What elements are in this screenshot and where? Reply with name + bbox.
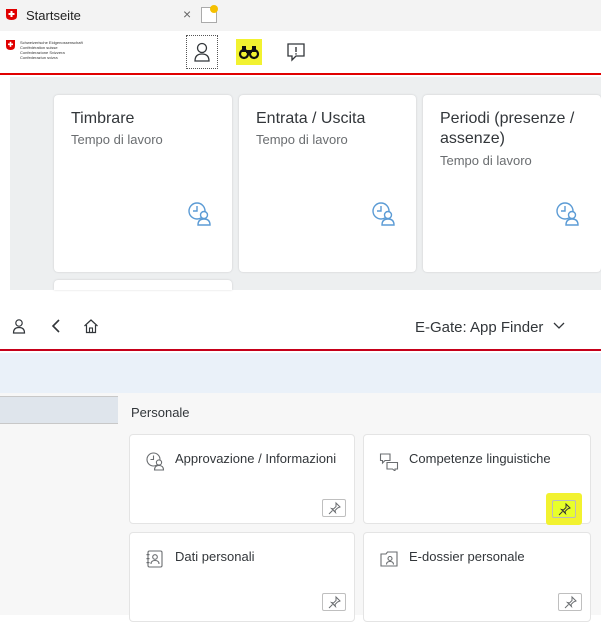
feedback-icon <box>287 43 305 62</box>
app-label: Approvazione / Informazioni <box>175 451 337 466</box>
app-tile-dati-personali[interactable]: Dati personali <box>129 532 355 622</box>
app-finder-button[interactable] <box>236 39 262 65</box>
discussion-icon <box>379 453 399 471</box>
tab-close-button[interactable]: × <box>183 6 191 22</box>
section-title: Personale <box>131 405 190 420</box>
tile-next-row[interactable] <box>54 280 232 290</box>
time-person-icon <box>188 202 211 226</box>
pin-icon <box>328 595 341 609</box>
tile-periodi[interactable]: Periodi (presenze / assenze) Tempo di la… <box>423 95 601 272</box>
tile-subtitle: Tempo di lavoro <box>71 132 163 147</box>
swiss-cross-icon <box>6 40 15 50</box>
pin-icon <box>328 501 341 515</box>
user-menu-button[interactable] <box>186 35 218 69</box>
app-tile-competenze[interactable]: Competenze linguistiche <box>363 434 591 525</box>
page-title: E-Gate: App Finder <box>415 319 544 336</box>
swiss-flag-icon <box>6 9 17 20</box>
app-label: E-dossier personale <box>409 549 525 564</box>
time-person-icon <box>556 202 579 226</box>
browser-tab-bar: Startseite × <box>0 0 601 31</box>
app-finder-screenshot: E-Gate: App Finder Personale Approvazion… <box>0 300 601 622</box>
pin-button[interactable] <box>558 593 582 611</box>
tile-entrata-uscita[interactable]: Entrata / Uscita Tempo di lavoro <box>239 95 416 272</box>
shell-bar: E-Gate: App Finder <box>0 300 601 351</box>
chevron-down-icon <box>553 322 565 329</box>
launchpad-area: Timbrare Tempo di lavoro Entrata / Uscit… <box>10 77 601 290</box>
person-icon <box>194 42 210 62</box>
pin-button[interactable] <box>322 499 346 517</box>
pin-button[interactable] <box>322 593 346 611</box>
person-icon[interactable] <box>11 318 27 334</box>
sub-header-bar <box>0 353 601 393</box>
binoculars-icon <box>238 46 260 60</box>
new-tab-button[interactable] <box>201 5 218 23</box>
back-icon[interactable] <box>48 318 64 334</box>
shell-bar: Schweizerische Eidgenossenschaft Confédé… <box>0 31 601 75</box>
tile-title: Timbrare <box>71 110 135 127</box>
app-label: Competenze linguistiche <box>409 451 551 466</box>
browser-tab[interactable]: Startseite × <box>0 0 202 31</box>
sidebar-item-selected[interactable] <box>0 396 118 424</box>
tab-title: Startseite <box>26 8 81 23</box>
pin-icon <box>558 502 571 516</box>
app-label: Dati personali <box>175 549 255 564</box>
tile-title: Periodi (presenze / assenze) <box>440 110 575 147</box>
tile-subtitle: Tempo di lavoro <box>256 132 348 147</box>
tile-timbrare[interactable]: Timbrare Tempo di lavoro <box>54 95 232 272</box>
catalog-sidebar <box>0 393 118 615</box>
pin-button[interactable] <box>552 500 576 518</box>
home-icon[interactable] <box>83 318 99 334</box>
app-finder-title-menu[interactable]: E-Gate: App Finder <box>415 319 566 336</box>
contact-card-icon <box>146 550 163 568</box>
pin-icon <box>564 595 577 609</box>
tile-title: Entrata / Uscita <box>256 110 366 127</box>
logo-text: Schweizerische Eidgenossenschaft Confédé… <box>20 40 83 60</box>
dossier-icon <box>380 551 398 567</box>
launchpad-screenshot: Startseite × Schweizerische Eidgenossens… <box>0 0 601 290</box>
tile-subtitle: Tempo di lavoro <box>440 153 532 168</box>
approval-icon <box>146 452 165 471</box>
app-tile-approvazione[interactable]: Approvazione / Informazioni <box>129 434 355 524</box>
time-person-icon <box>372 202 395 226</box>
logo-line: Confederaziun svizra <box>20 55 58 60</box>
new-tab-icon <box>210 5 218 13</box>
feedback-button[interactable] <box>283 39 309 65</box>
app-tile-e-dossier[interactable]: E-dossier personale <box>363 532 591 622</box>
